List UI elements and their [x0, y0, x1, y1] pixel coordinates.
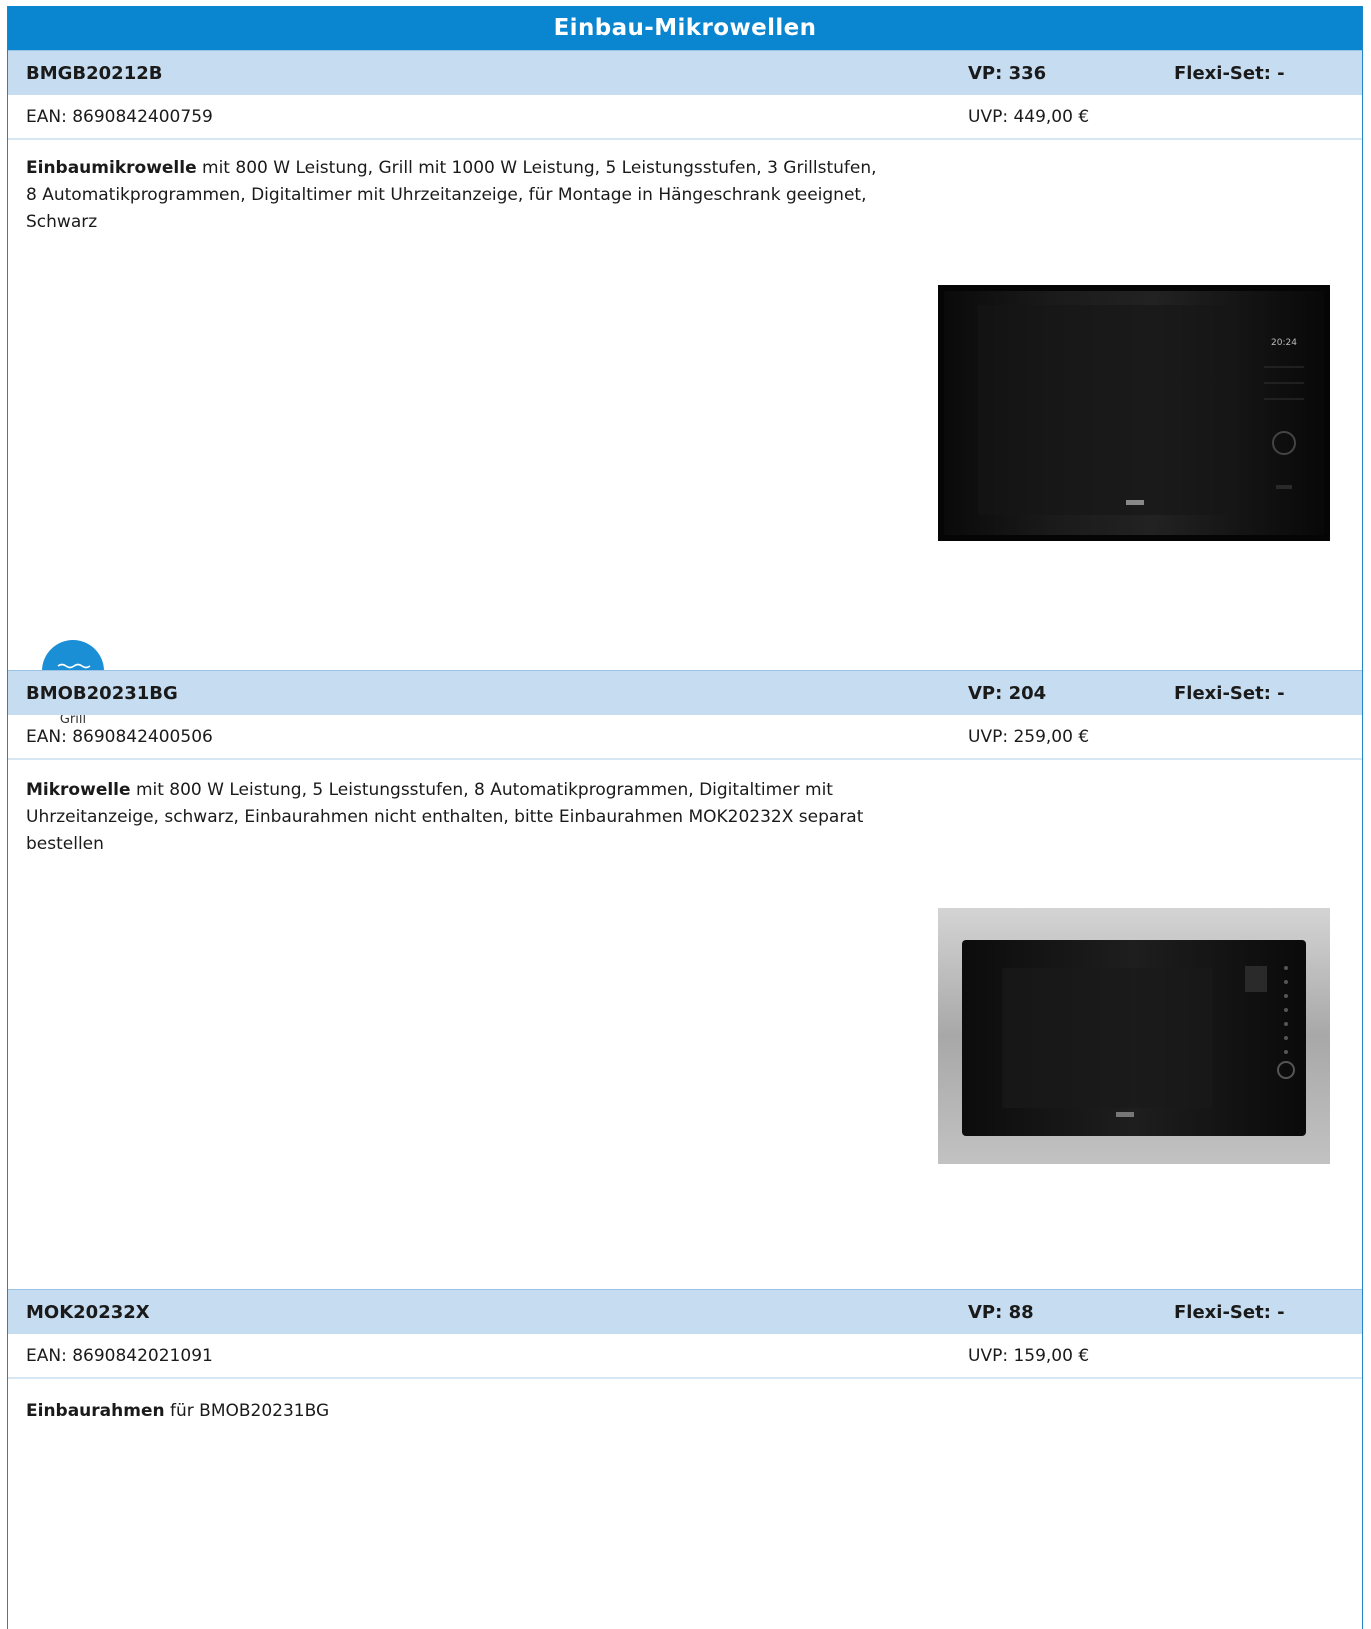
model-number: BMOB20231BG — [26, 683, 178, 704]
description-lead: Einbaumikrowelle — [26, 158, 197, 178]
description-lead: Einbaurahmen — [26, 1401, 165, 1421]
product-header-row: BMGB20212B VP: 336 Flexi-Set: - — [8, 50, 1362, 95]
svg-text:20:24: 20:24 — [1271, 338, 1297, 348]
product-block: BMOB20231BG VP: 204 Flexi-Set: - EAN: 86… — [8, 670, 1362, 1289]
catalog-sheet: Einbau-Mikrowellen BMGB20212B VP: 336 Fl… — [7, 6, 1363, 1629]
vp-value: VP: 88 — [968, 1302, 1034, 1323]
description-text: mit 800 W Leistung, 5 Leistungsstufen, 8… — [26, 780, 864, 854]
flexi-set-value: Flexi-Set: - — [1174, 683, 1285, 704]
uvp-price: UVP: 159,00 € — [968, 1346, 1090, 1366]
model-number: BMGB20212B — [26, 63, 163, 84]
description-text: für BMOB20231BG — [164, 1401, 330, 1421]
product-header-row: MOK20232X VP: 88 Flexi-Set: - — [8, 1289, 1362, 1334]
vp-value: VP: 336 — [968, 63, 1047, 84]
ean-row: EAN: 8690842400759 UVP: 449,00 € — [8, 95, 1362, 140]
product-image — [938, 908, 1330, 1164]
product-block: BMGB20212B VP: 336 Flexi-Set: - EAN: 869… — [8, 50, 1362, 727]
flexi-set-value: Flexi-Set: - — [1174, 1302, 1285, 1323]
flexi-set-value: Flexi-Set: - — [1174, 63, 1285, 84]
ean-code: EAN: 8690842400759 — [26, 107, 213, 127]
description-lead: Mikrowelle — [26, 780, 131, 800]
vp-value: VP: 204 — [968, 683, 1047, 704]
product-description: Mikrowelle mit 800 W Leistung, 5 Leistun… — [26, 777, 886, 858]
ean-row: EAN: 8690842021091 UVP: 159,00 € — [8, 1334, 1362, 1379]
product-description: Einbaurahmen für BMOB20231BG — [26, 1398, 886, 1425]
ean-code: EAN: 8690842400506 — [26, 727, 213, 747]
product-block: MOK20232X VP: 88 Flexi-Set: - EAN: 86908… — [8, 1289, 1362, 1629]
model-number: MOK20232X — [26, 1302, 150, 1323]
uvp-price: UVP: 259,00 € — [968, 727, 1090, 747]
product-image: 20:24 — [938, 285, 1330, 541]
product-header-row: BMOB20231BG VP: 204 Flexi-Set: - — [8, 670, 1362, 715]
product-description: Einbaumikrowelle mit 800 W Leistung, Gri… — [26, 155, 886, 236]
ean-row: EAN: 8690842400506 UVP: 259,00 € — [8, 715, 1362, 760]
section-title: Einbau-Mikrowellen — [8, 6, 1362, 50]
uvp-price: UVP: 449,00 € — [968, 107, 1090, 127]
ean-code: EAN: 8690842021091 — [26, 1346, 213, 1366]
